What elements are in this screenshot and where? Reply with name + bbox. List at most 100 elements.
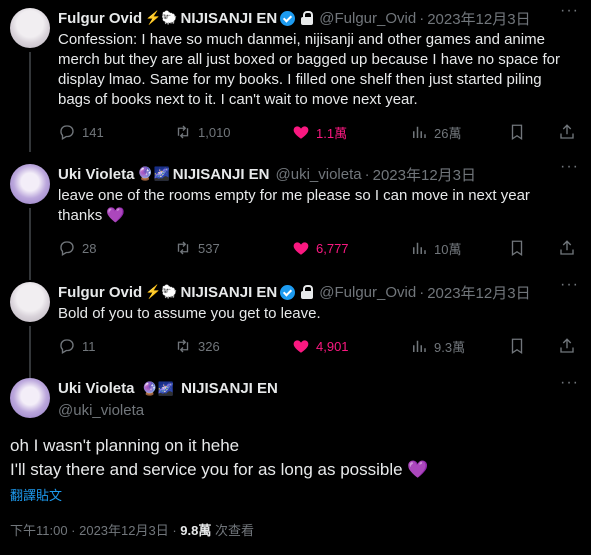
- views-count: 10萬: [434, 241, 462, 257]
- views-icon: [413, 340, 426, 352]
- more-icon[interactable]: ···: [560, 158, 579, 176]
- like-button[interactable]: 1.1萬: [292, 123, 347, 142]
- timestamp[interactable]: 2023年12月3日: [373, 164, 476, 185]
- more-icon[interactable]: ···: [560, 374, 579, 392]
- reply-button[interactable]: 141: [58, 123, 104, 141]
- bookmark-button[interactable]: [508, 123, 526, 141]
- action-bar: 11 326 4,901 9.3萬: [58, 336, 578, 356]
- verified-icon: [280, 10, 296, 26]
- main-tweet-text-line-1: oh I wasn't planning on it hehe: [10, 436, 240, 455]
- thread-line: [29, 326, 31, 378]
- share-icon: [560, 338, 574, 353]
- main-tweet-text-line-2: I'll stay there and service you for as l…: [10, 460, 429, 479]
- reply-icon: [60, 125, 74, 140]
- views-label: 次查看: [211, 523, 254, 538]
- separator: ·: [419, 283, 425, 301]
- post-time[interactable]: 下午11:00 · 2023年12月3日 ·: [10, 523, 180, 538]
- avatar[interactable]: [10, 282, 50, 322]
- avatar[interactable]: [10, 378, 50, 418]
- name-emoji: 🔮🌌: [137, 166, 170, 181]
- share-button[interactable]: [558, 337, 576, 355]
- like-count: 4,901: [316, 338, 349, 354]
- reply-button[interactable]: 11: [58, 337, 96, 355]
- retweet-count: 1,010: [198, 124, 231, 140]
- tweet-2[interactable]: Uki Violeta 🔮🌌 NIJISANJI EN @uki_violeta…: [0, 158, 591, 280]
- retweet-icon: [177, 125, 189, 139]
- heart-icon: [293, 126, 309, 139]
- like-button[interactable]: 4,901: [292, 337, 349, 355]
- views-button[interactable]: 9.3萬: [410, 337, 465, 356]
- more-icon[interactable]: ···: [560, 2, 579, 20]
- like-count: 1.1萬: [316, 125, 348, 141]
- reply-icon: [60, 339, 74, 354]
- tweet-text: Bold of you to assume you get to leave.: [58, 305, 321, 322]
- views-icon: [413, 126, 426, 138]
- tweet-header: Fulgur Ovid ⚡🐑 NIJISANJI EN @Fulgur_Ovid…: [58, 282, 531, 302]
- reply-button[interactable]: 28: [58, 239, 96, 257]
- separator: ·: [419, 9, 425, 27]
- display-name[interactable]: Fulgur Ovid: [58, 10, 142, 27]
- retweet-icon: [177, 339, 189, 353]
- views-button[interactable]: 10萬: [410, 239, 461, 258]
- share-button[interactable]: [558, 123, 576, 141]
- tweet-meta: 下午11:00 · 2023年12月3日 · 9.8萬 次查看: [10, 520, 254, 539]
- name-emoji: ⚡🐑: [145, 10, 178, 25]
- heart-icon: [293, 242, 309, 255]
- heart-icon: [293, 340, 309, 353]
- handle[interactable]: @Fulgur_Ovid: [319, 284, 416, 301]
- timestamp[interactable]: 2023年12月3日: [427, 8, 530, 29]
- views-count: 26萬: [434, 125, 462, 141]
- verified-icon: [280, 284, 296, 300]
- bookmark-button[interactable]: [508, 337, 526, 355]
- bookmark-icon: [511, 124, 523, 141]
- main-tweet-header: Uki Violeta 🔮🌌 NIJISANJI EN: [58, 380, 278, 397]
- share-button[interactable]: [558, 239, 576, 257]
- retweet-button[interactable]: 326: [174, 337, 220, 355]
- main-tweet: Uki Violeta 🔮🌌 NIJISANJI EN @uki_violeta…: [0, 374, 591, 555]
- bookmark-button[interactable]: [508, 239, 526, 257]
- retweet-count: 537: [198, 240, 220, 256]
- more-icon[interactable]: ···: [560, 276, 579, 294]
- handle[interactable]: @uki_violeta: [58, 402, 144, 419]
- tweet-1[interactable]: Fulgur Ovid ⚡🐑 NIJISANJI EN @Fulgur_Ovid…: [0, 0, 591, 152]
- action-bar: 28 537 6,777 10萬: [58, 238, 578, 258]
- tweet-header: Fulgur Ovid ⚡🐑 NIJISANJI EN @Fulgur_Ovid…: [58, 8, 531, 28]
- org-name: NIJISANJI EN: [172, 165, 270, 183]
- lock-icon: [301, 285, 314, 299]
- thread-line: [29, 208, 31, 280]
- display-name[interactable]: Uki Violeta: [58, 380, 134, 397]
- views-icon: [413, 242, 426, 254]
- name-emoji: 🔮🌌: [141, 381, 174, 396]
- display-name[interactable]: Fulgur Ovid: [58, 284, 142, 301]
- org-name: NIJISANJI EN: [181, 380, 278, 397]
- org-name: NIJISANJI EN: [180, 283, 278, 301]
- handle[interactable]: @uki_violeta: [276, 166, 362, 183]
- avatar[interactable]: [10, 164, 50, 204]
- translate-link[interactable]: 翻譯貼文: [10, 485, 62, 504]
- tweet-text: Confession: I have so much danmei, nijis…: [58, 31, 560, 108]
- views-count: 9.8萬: [180, 523, 212, 538]
- tweet-text: leave one of the rooms empty for me plea…: [58, 187, 530, 224]
- separator: ·: [364, 165, 370, 183]
- bookmark-icon: [511, 338, 523, 355]
- share-icon: [560, 240, 574, 255]
- display-name[interactable]: Uki Violeta: [58, 166, 134, 183]
- retweet-count: 326: [198, 338, 220, 354]
- like-button[interactable]: 6,777: [292, 239, 349, 257]
- timestamp[interactable]: 2023年12月3日: [427, 282, 530, 303]
- org-name: NIJISANJI EN: [180, 9, 278, 27]
- share-icon: [560, 124, 574, 139]
- handle[interactable]: @Fulgur_Ovid: [319, 10, 416, 27]
- views-button[interactable]: 26萬: [410, 123, 461, 142]
- avatar[interactable]: [10, 8, 50, 48]
- retweet-button[interactable]: 537: [174, 239, 220, 257]
- thread-line: [29, 52, 31, 152]
- lock-icon: [301, 11, 314, 25]
- action-bar: 141 1,010 1.1萬 26萬: [58, 122, 578, 142]
- reply-count: 11: [82, 338, 96, 354]
- reply-count: 28: [82, 240, 97, 256]
- retweet-icon: [177, 241, 189, 255]
- retweet-button[interactable]: 1,010: [174, 123, 231, 141]
- tweet-header: Uki Violeta 🔮🌌 NIJISANJI EN @uki_violeta…: [58, 164, 476, 184]
- reply-count: 141: [82, 124, 104, 140]
